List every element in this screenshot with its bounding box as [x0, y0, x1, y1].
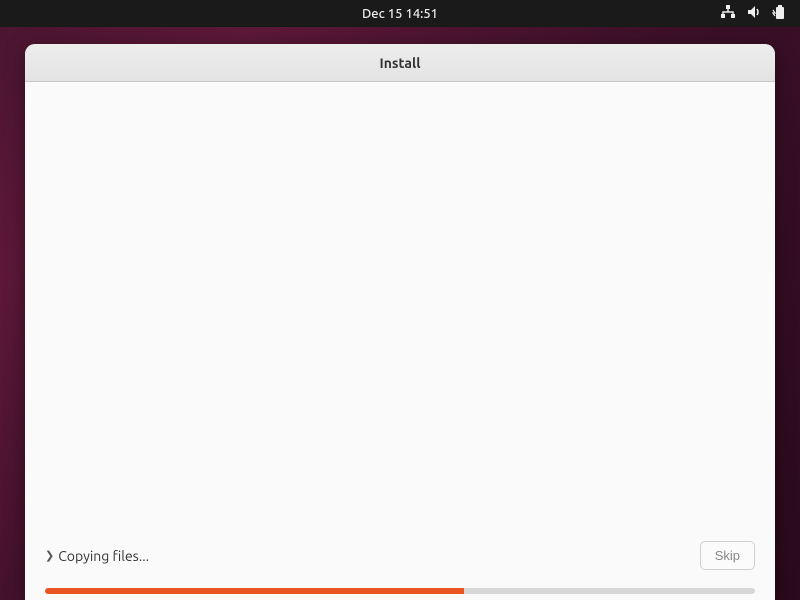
window-title: Install — [380, 55, 421, 71]
top-panel: Dec 15 14:51 — [0, 0, 800, 27]
install-window: Install ❯ Copying files... Skip — [25, 44, 775, 600]
volume-icon[interactable] — [746, 4, 762, 23]
network-icon[interactable] — [720, 4, 736, 23]
installer-content: ❯ Copying files... Skip — [25, 82, 775, 600]
chevron-right-icon: ❯ — [45, 549, 54, 562]
battery-icon[interactable] — [772, 4, 790, 23]
progress-fill — [45, 588, 464, 594]
progress-bar — [45, 588, 755, 594]
status-row: ❯ Copying files... Skip — [45, 541, 755, 570]
clock[interactable]: Dec 15 14:51 — [362, 7, 438, 21]
system-tray[interactable] — [720, 4, 790, 23]
status-expander[interactable]: ❯ Copying files... — [45, 548, 149, 564]
skip-button[interactable]: Skip — [700, 541, 755, 570]
window-titlebar[interactable]: Install — [25, 44, 775, 82]
status-text: Copying files... — [58, 548, 149, 564]
